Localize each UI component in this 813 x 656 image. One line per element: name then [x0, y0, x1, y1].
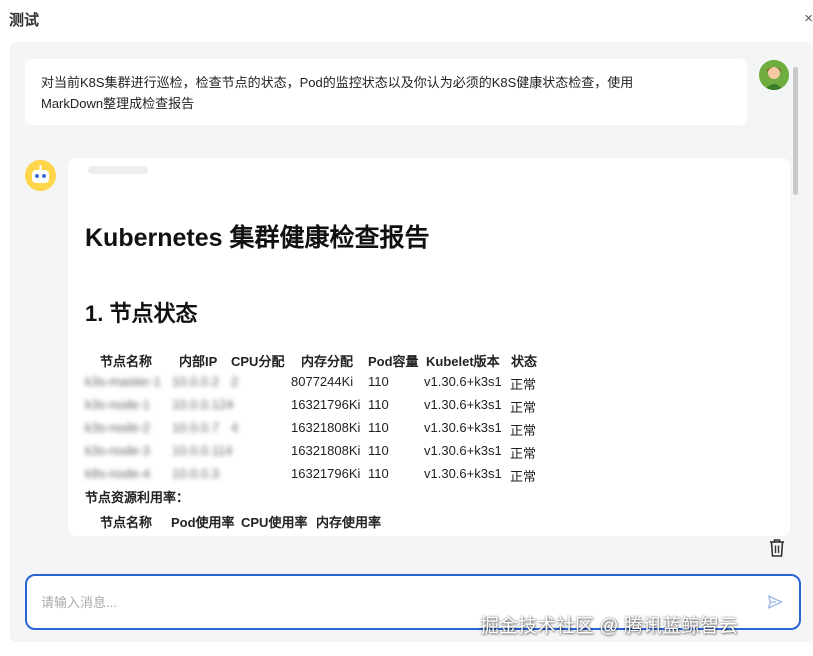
- node-memory-cell: 16321796Ki: [291, 466, 361, 481]
- node-ip-cell: 10.0.0.114: [172, 443, 233, 458]
- trash-icon[interactable]: [768, 538, 786, 558]
- node-pods-cell: 110: [368, 443, 389, 458]
- node-status-cell: 正常: [510, 469, 537, 484]
- column-header: 内部IP: [179, 354, 218, 369]
- dialog-title: 测试: [9, 12, 40, 29]
- node-status-cell: 正常: [510, 423, 537, 438]
- node-ip-cell: 10.0.0.3: [172, 466, 219, 481]
- resource-usage-label: 节点资源利用率：: [85, 490, 190, 505]
- node-memory-cell: 16321808Ki: [291, 443, 361, 458]
- node-name-cell: k3s-node-2: [85, 420, 151, 435]
- user-message-line-2: MarkDown整理成检查报告: [41, 96, 195, 111]
- node-status-cell: 正常: [510, 400, 537, 415]
- message-input[interactable]: [41, 592, 681, 612]
- trash-icon-svg: [770, 539, 784, 557]
- column-header: Pod使用率: [171, 515, 235, 530]
- node-kubelet-cell: v1.30.6+k3s1: [424, 466, 502, 481]
- column-header: 状态: [511, 354, 538, 369]
- node-name-cell: k8s-node-4: [85, 466, 151, 481]
- node-pods-cell: 110: [368, 420, 389, 435]
- node-status-cell: 正常: [510, 446, 537, 461]
- close-icon[interactable]: ×: [799, 10, 813, 27]
- section-title-nodes: 1. 节点状态: [85, 301, 198, 326]
- column-header: 节点名称: [100, 354, 153, 369]
- node-ip-cell: 10.0.0.7: [172, 420, 219, 435]
- node-pods-cell: 110: [368, 397, 389, 412]
- column-header: CPU分配: [231, 354, 285, 369]
- node-name-cell: k3s-node-3: [85, 443, 151, 458]
- message-meta: [88, 166, 148, 174]
- watermark: 掘金技术社区 @ 腾讯蓝鲸智云: [480, 616, 738, 637]
- node-name-cell: k3s-master-1: [85, 374, 161, 389]
- node-cpu-cell: 4: [231, 420, 239, 435]
- node-ip-cell: 10.0.0.124: [172, 397, 234, 412]
- node-kubelet-cell: v1.30.6+k3s1: [424, 397, 502, 412]
- column-header: Pod容量: [368, 354, 419, 369]
- node-memory-cell: 16321796Ki: [291, 397, 361, 412]
- user-message-line-1: 对当前K8S集群进行巡检，检查节点的状态，Pod的监控状态以及你认为必须的K8S…: [41, 75, 634, 90]
- column-header: Kubelet版本: [426, 354, 500, 369]
- node-kubelet-cell: v1.30.6+k3s1: [424, 443, 502, 458]
- scrollbar-thumb[interactable]: [793, 67, 798, 195]
- column-header: 内存使用率: [316, 515, 382, 530]
- dialog-header: 测试 ×: [0, 0, 813, 40]
- column-header: 内存分配: [301, 354, 354, 369]
- node-memory-cell: 16321808Ki: [291, 420, 361, 435]
- user-message-bubble: 对当前K8S集群进行巡检，检查节点的状态，Pod的监控状态以及你认为必须的K8S…: [25, 59, 747, 125]
- node-status-cell: 正常: [510, 377, 537, 392]
- send-icon-svg: [767, 595, 783, 609]
- node-ip-cell: 10.0.0.2: [172, 374, 219, 389]
- node-kubelet-cell: v1.30.6+k3s1: [424, 420, 502, 435]
- chat-area: 对当前K8S集群进行巡检，检查节点的状态，Pod的监控状态以及你认为必须的K8S…: [10, 42, 813, 642]
- bot-message-card: Kubernetes 集群健康检查报告 1. 节点状态 节点名称 内部IP CP…: [68, 158, 790, 536]
- node-kubelet-cell: v1.30.6+k3s1: [424, 374, 502, 389]
- node-pods-cell: 110: [368, 466, 389, 481]
- node-memory-cell: 8077244Ki: [291, 374, 354, 389]
- node-pods-cell: 110: [368, 374, 389, 389]
- bot-avatar: [25, 160, 56, 191]
- node-name-cell: k3s-node-1: [85, 397, 151, 412]
- robot-icon: [25, 160, 56, 191]
- node-cpu-cell: 2: [231, 374, 239, 389]
- user-avatar: [759, 60, 789, 90]
- report-title: Kubernetes 集群健康检查报告: [85, 224, 430, 252]
- column-header: CPU使用率: [241, 515, 308, 530]
- column-header: 节点名称: [100, 515, 153, 530]
- send-icon[interactable]: [767, 594, 783, 610]
- user-avatar-icon: [759, 60, 789, 90]
